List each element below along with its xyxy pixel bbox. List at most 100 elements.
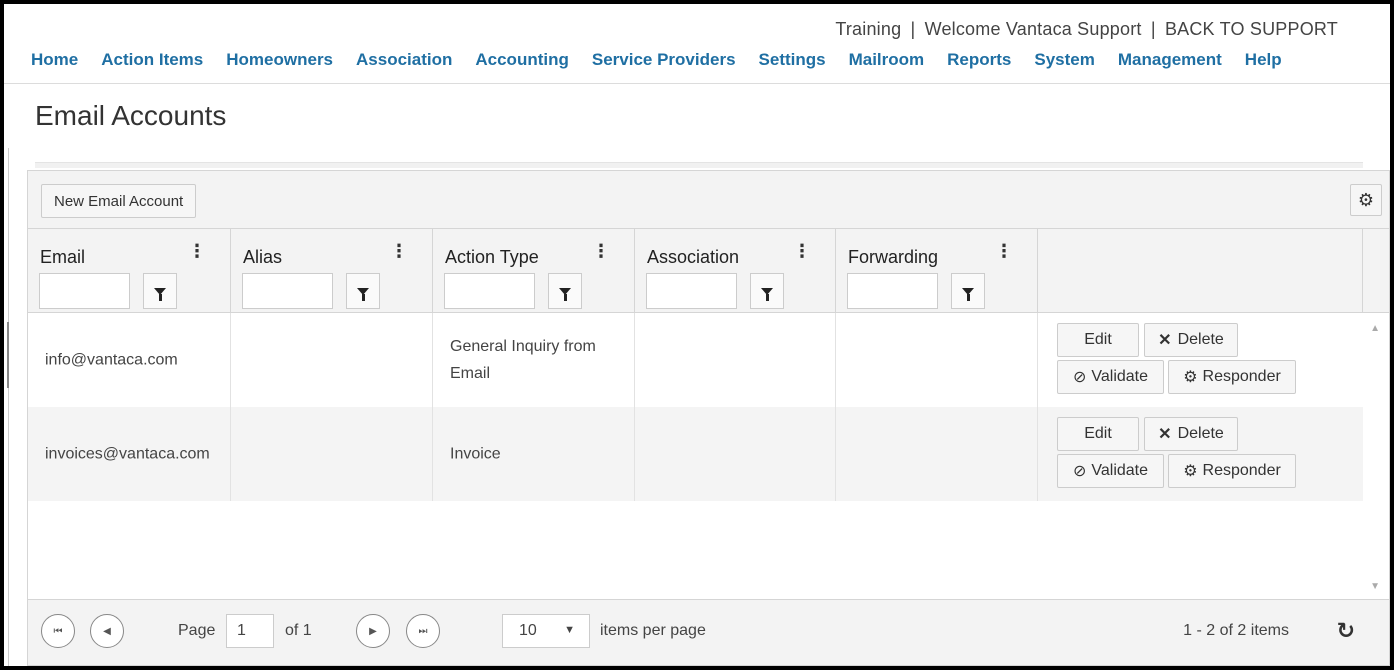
page-size-select[interactable]: 10 ▼ <box>502 614 590 648</box>
main-nav: Home Action Items Homeowners Association… <box>31 50 1305 70</box>
column-menu-icon[interactable]: ⋮ <box>188 241 206 262</box>
separator: | <box>910 19 916 39</box>
column-alias: Alias ⋮ <box>231 229 433 313</box>
association-cell <box>635 313 836 407</box>
gear-icon: ⚙ <box>1357 189 1375 210</box>
column-association: Association ⋮ <box>635 229 836 313</box>
nav-homeowners[interactable]: Homeowners <box>226 50 333 70</box>
action-type-filter-button[interactable] <box>548 273 582 309</box>
gears-icon: ⚙ <box>1183 463 1198 480</box>
nav-help[interactable]: Help <box>1245 50 1282 70</box>
validate-button[interactable]: ⊘ Validate <box>1057 360 1164 394</box>
forwarding-cell <box>836 407 1038 501</box>
alias-cell <box>231 313 433 407</box>
previous-page-icon: ◀ <box>103 625 111 637</box>
grid-toolbar: New Email Account ⚙ <box>28 171 1389 229</box>
nav-system[interactable]: System <box>1034 50 1094 70</box>
column-action-type: Action Type ⋮ <box>433 229 635 313</box>
column-label: Email <box>40 247 86 267</box>
edit-button[interactable]: Edit <box>1057 417 1139 451</box>
previous-page-button[interactable]: ◀ <box>90 614 124 648</box>
column-actions <box>1038 229 1363 313</box>
nav-accounting[interactable]: Accounting <box>475 50 569 70</box>
refresh-icon[interactable]: ↻ <box>1337 618 1355 644</box>
forwarding-cell <box>836 313 1038 407</box>
association-cell <box>635 407 836 501</box>
column-menu-icon[interactable]: ⋮ <box>793 241 811 262</box>
alias-filter-button[interactable] <box>346 273 380 309</box>
new-email-account-button[interactable]: New Email Account <box>41 184 197 218</box>
gears-icon: ⚙ <box>1183 369 1198 386</box>
filter-icon <box>154 287 166 301</box>
top-bar: Training | Welcome Vantaca Support | BAC… <box>4 4 1390 84</box>
last-page-button[interactable]: ⏭ <box>406 614 440 648</box>
first-page-icon: ⏮ <box>53 625 63 637</box>
delete-button[interactable]: ✕ Delete <box>1144 323 1238 357</box>
grid-settings-button[interactable]: ⚙ <box>1350 184 1382 216</box>
welcome-text: Welcome Vantaca Support <box>924 19 1142 39</box>
column-label: Association <box>647 247 740 267</box>
email-cell: info@vantaca.com <box>28 313 231 407</box>
page-count-label: of 1 <box>285 622 312 639</box>
user-bar: Training | Welcome Vantaca Support | BAC… <box>835 19 1338 40</box>
environment-label: Training <box>835 19 902 39</box>
scroll-up-arrow[interactable]: ▲ <box>1370 323 1380 334</box>
email-accounts-grid: New Email Account ⚙ Email ⋮ Alias ⋮ Acti… <box>27 170 1390 666</box>
first-page-button[interactable]: ⏮ <box>41 614 75 648</box>
pager-summary: 1 - 2 of 2 items <box>1183 622 1289 639</box>
forwarding-filter-button[interactable] <box>951 273 985 309</box>
association-filter-input[interactable] <box>646 273 737 309</box>
sidebar-collapse-handle[interactable] <box>7 322 9 388</box>
column-menu-icon[interactable]: ⋮ <box>592 241 610 262</box>
association-filter-button[interactable] <box>750 273 784 309</box>
action-type-filter-input[interactable] <box>444 273 535 309</box>
side-divider <box>8 148 9 666</box>
alias-cell <box>231 407 433 501</box>
nav-settings[interactable]: Settings <box>759 50 826 70</box>
back-to-support-link[interactable]: BACK TO SUPPORT <box>1165 19 1338 39</box>
check-circle-icon: ⊘ <box>1072 369 1087 386</box>
column-menu-icon[interactable]: ⋮ <box>390 241 408 262</box>
nav-service-providers[interactable]: Service Providers <box>592 50 736 70</box>
page-title: Email Accounts <box>35 100 227 131</box>
action-type-cell: General Inquiry from Email <box>433 313 635 407</box>
email-filter-button[interactable] <box>143 273 177 309</box>
responder-button[interactable]: ⚙ Responder <box>1168 454 1296 488</box>
responder-button[interactable]: ⚙ Responder <box>1168 360 1296 394</box>
table-row: info@vantaca.com General Inquiry from Em… <box>28 313 1363 407</box>
column-label: Alias <box>243 247 283 267</box>
separator: | <box>1150 19 1156 39</box>
nav-home[interactable]: Home <box>31 50 78 70</box>
scroll-down-arrow[interactable]: ▼ <box>1370 581 1380 592</box>
column-menu-icon[interactable]: ⋮ <box>995 241 1013 262</box>
alias-filter-input[interactable] <box>242 273 333 309</box>
app-frame: Training | Welcome Vantaca Support | BAC… <box>4 4 1390 666</box>
column-email: Email ⋮ <box>28 229 231 313</box>
column-forwarding: Forwarding ⋮ <box>836 229 1038 313</box>
items-per-page-label: items per page <box>600 622 706 639</box>
nav-association[interactable]: Association <box>356 50 452 70</box>
nav-management[interactable]: Management <box>1118 50 1222 70</box>
edit-button[interactable]: Edit <box>1057 323 1139 357</box>
delete-button[interactable]: ✕ Delete <box>1144 417 1238 451</box>
grid-body: info@vantaca.com General Inquiry from Em… <box>28 313 1389 597</box>
nav-mailroom[interactable]: Mailroom <box>849 50 925 70</box>
email-cell: invoices@vantaca.com <box>28 407 231 501</box>
email-filter-input[interactable] <box>39 273 130 309</box>
title-divider <box>35 162 1363 168</box>
nav-reports[interactable]: Reports <box>947 50 1011 70</box>
next-page-button[interactable]: ▶ <box>356 614 390 648</box>
chevron-down-icon: ▼ <box>564 624 575 636</box>
next-page-icon: ▶ <box>369 625 377 637</box>
filter-icon <box>761 287 773 301</box>
filter-icon <box>357 287 369 301</box>
forwarding-filter-input[interactable] <box>847 273 938 309</box>
check-circle-icon: ⊘ <box>1072 463 1087 480</box>
grid-pager: ⏮ ◀ Page of 1 ▶ ⏭ 10 ▼ items per page 1 … <box>28 599 1389 665</box>
table-row: invoices@vantaca.com Invoice Edit ✕ Delet… <box>28 407 1363 501</box>
page-label: Page <box>178 622 216 639</box>
nav-action-items[interactable]: Action Items <box>101 50 203 70</box>
page-number-input[interactable] <box>226 614 274 648</box>
validate-button[interactable]: ⊘ Validate <box>1057 454 1164 488</box>
grid-header: Email ⋮ Alias ⋮ Action Type ⋮ Associatio… <box>28 229 1389 313</box>
